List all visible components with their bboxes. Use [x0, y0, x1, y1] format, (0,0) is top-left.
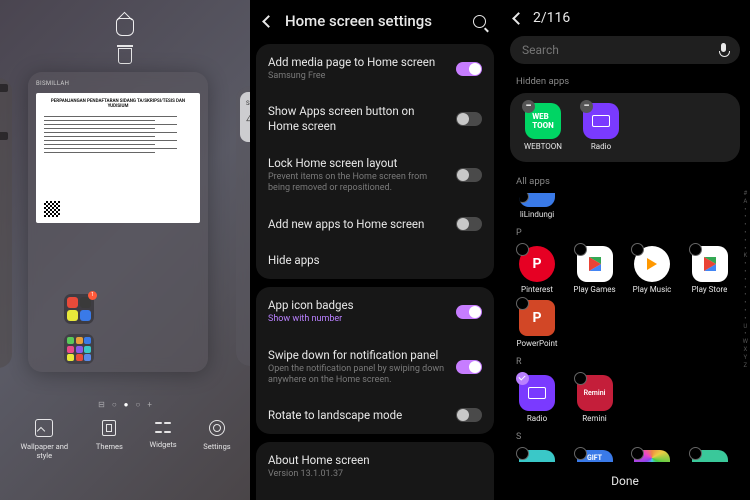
- notification-badge: 1: [88, 291, 97, 300]
- setting-icon-badges[interactable]: App icon badgesShow with number: [256, 287, 494, 336]
- play-games-icon: [577, 246, 613, 282]
- toggle[interactable]: [456, 408, 482, 422]
- app-pinterest[interactable]: PPinterest: [510, 246, 564, 295]
- select-ring-icon[interactable]: [689, 243, 702, 256]
- search-input[interactable]: [522, 43, 711, 57]
- play-music-icon: [634, 246, 670, 282]
- app-folder-2[interactable]: [64, 334, 94, 364]
- mic-icon[interactable]: [719, 43, 728, 57]
- checked-icon[interactable]: [516, 372, 529, 385]
- group-letter: P: [510, 226, 740, 240]
- wallpaper-icon: [35, 419, 53, 437]
- setting-contact[interactable]: Contact us: [256, 491, 494, 500]
- home-icon[interactable]: [116, 18, 134, 36]
- preview-page-prev[interactable]: 13 24: [0, 78, 12, 368]
- app-item[interactable]: liLindungi: [510, 193, 564, 220]
- editor-toolbar: Wallpaper and style Themes Widgets Setti…: [0, 419, 250, 460]
- toggle[interactable]: [456, 112, 482, 126]
- pinterest-icon: P: [519, 246, 555, 282]
- hide-apps-panel: 2/116 Hidden apps WEBTOON− WEBTOON − Rad…: [500, 0, 750, 500]
- page-preview-area: 13 24 BISMILLAH PERPANJANGAN PENDAFTARAN…: [0, 72, 250, 392]
- toggle[interactable]: [456, 168, 482, 182]
- setting-hide-apps[interactable]: Hide apps: [256, 242, 494, 279]
- back-icon[interactable]: [512, 12, 525, 25]
- all-apps-label: All apps: [500, 172, 750, 193]
- hidden-app-radio[interactable]: − Radio: [574, 103, 628, 152]
- page-indicator: ⊟ ○ ● ○ +: [0, 400, 250, 409]
- select-ring-icon[interactable]: [516, 243, 529, 256]
- page-title: Home screen settings: [285, 12, 461, 30]
- app-play-games[interactable]: Play Games: [568, 246, 622, 295]
- widget-label: BISMILLAH: [28, 72, 208, 91]
- home-settings-panel: Home screen settings Add media page to H…: [250, 0, 500, 500]
- select-ring-icon[interactable]: [574, 447, 587, 460]
- app-powerpoint[interactable]: PPowerPoint: [510, 300, 564, 349]
- trash-icon[interactable]: [118, 48, 132, 64]
- toggle[interactable]: [456, 360, 482, 374]
- document-widget: PERPANJANGAN PENDAFTARAN SIDANG TA/SKRIP…: [36, 93, 200, 223]
- group-letter: S: [510, 430, 740, 444]
- webtoon-icon: WEBTOON−: [525, 103, 561, 139]
- gear-icon: [209, 420, 225, 436]
- app-play-music[interactable]: Play Music: [625, 246, 679, 295]
- toggle[interactable]: [456, 62, 482, 76]
- selection-counter: 2/116: [533, 10, 736, 26]
- remini-icon: Remini: [577, 375, 613, 411]
- alpha-index[interactable]: #A••••••K••••••••U•WXYZ: [743, 190, 748, 369]
- hidden-app-webtoon[interactable]: WEBTOON− WEBTOON: [516, 103, 570, 152]
- search-icon[interactable]: [473, 15, 486, 28]
- select-ring-icon[interactable]: [689, 447, 702, 460]
- toggle[interactable]: [456, 217, 482, 231]
- select-ring-icon[interactable]: [574, 372, 587, 385]
- powerpoint-icon: P: [519, 300, 555, 336]
- group-letter: R: [510, 355, 740, 369]
- select-ring-icon[interactable]: [574, 243, 587, 256]
- setting-apps-button[interactable]: Show Apps screen button on Home screen: [256, 93, 494, 145]
- remove-icon[interactable]: −: [580, 100, 593, 113]
- toggle[interactable]: [456, 305, 482, 319]
- app-remini[interactable]: ReminiRemini: [568, 375, 622, 424]
- setting-rotate[interactable]: Rotate to landscape mode: [256, 397, 494, 434]
- select-ring-icon[interactable]: [516, 297, 529, 310]
- radio-icon: −: [583, 103, 619, 139]
- setting-about[interactable]: About Home screenVersion 13.1.01.37: [256, 442, 494, 491]
- preview-page-current[interactable]: BISMILLAH PERPANJANGAN PENDAFTARAN SIDAN…: [28, 72, 208, 372]
- back-icon[interactable]: [262, 15, 275, 28]
- play-store-icon: [692, 246, 728, 282]
- themes-icon: [102, 420, 116, 436]
- app-icon: [519, 193, 555, 207]
- hidden-apps-label: Hidden apps: [500, 72, 750, 93]
- select-ring-icon[interactable]: [519, 193, 529, 203]
- app-radio[interactable]: Radio: [510, 375, 564, 424]
- setting-add-new-apps[interactable]: Add new apps to Home screen: [256, 206, 494, 243]
- app-folder[interactable]: 1: [64, 294, 94, 324]
- setting-swipe-notification[interactable]: Swipe down for notification panelOpen th…: [256, 337, 494, 397]
- settings-button[interactable]: Settings: [203, 419, 230, 460]
- preview-page-next[interactable]: Scre 4: [236, 86, 250, 366]
- qr-icon: [44, 201, 60, 217]
- setting-media-page[interactable]: Add media page to Home screenSamsung Fre…: [256, 44, 494, 93]
- remove-icon[interactable]: −: [522, 100, 535, 113]
- done-button[interactable]: Done: [500, 462, 750, 500]
- wallpaper-button[interactable]: Wallpaper and style: [19, 419, 69, 460]
- all-apps-grid: liLindungi P PPinterest Play Games Play …: [500, 193, 750, 466]
- select-ring-icon[interactable]: [631, 243, 644, 256]
- widgets-icon: [155, 419, 171, 435]
- setting-lock-layout[interactable]: Lock Home screen layoutPrevent items on …: [256, 145, 494, 205]
- themes-button[interactable]: Themes: [96, 419, 123, 460]
- app-play-store[interactable]: Play Store: [683, 246, 737, 295]
- select-ring-icon[interactable]: [631, 447, 644, 460]
- radio-icon: [519, 375, 555, 411]
- widgets-button[interactable]: Widgets: [149, 419, 176, 460]
- home-editor-panel: 13 24 BISMILLAH PERPANJANGAN PENDAFTARAN…: [0, 0, 250, 500]
- select-ring-icon[interactable]: [516, 447, 529, 460]
- hidden-apps-tray: WEBTOON− WEBTOON − Radio: [510, 93, 740, 162]
- search-field[interactable]: [510, 36, 740, 64]
